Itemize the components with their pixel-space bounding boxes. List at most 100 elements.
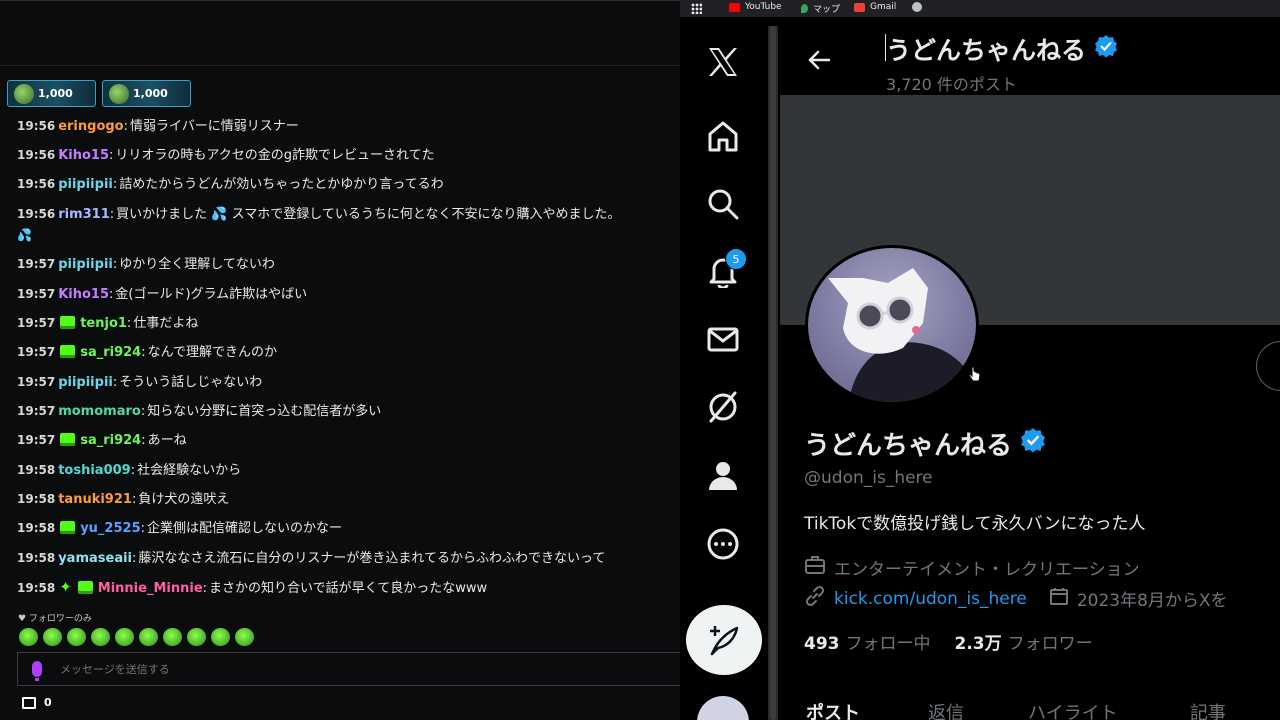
chat-footer: 0 xyxy=(22,696,52,709)
store-icon[interactable] xyxy=(22,696,36,709)
emote-bar xyxy=(19,628,254,646)
bookmarks-bar: YouTube マップ Gmail xyxy=(680,0,1280,17)
following-link[interactable]: 493 フォロー中 xyxy=(804,629,931,654)
chat-message: 19:58 toshia009: 社会経験ないから xyxy=(17,456,680,485)
chat-message: 19:56 piipiipii: 詰めたからうどんが効いちゃったとかゆかり言ってるわ xyxy=(17,170,680,199)
gift-amount: 1,000 xyxy=(38,87,73,100)
page-scrollbar[interactable] xyxy=(768,26,778,720)
bookmark-label: YouTube xyxy=(745,2,782,12)
post-count: 3,720 件のポスト xyxy=(886,75,1017,94)
message-text: 詰めたからうどんが効いちゃったとかゆかり言ってるわ xyxy=(119,177,444,192)
compose-post-button[interactable] xyxy=(686,605,762,675)
message-text: 情弱ライバーに情弱リスナー xyxy=(130,119,299,134)
sparkle-badge-icon: ✦ xyxy=(59,578,72,596)
message-text: 仕事だよね xyxy=(133,316,199,331)
message-separator: : xyxy=(141,345,146,360)
message-username[interactable]: yu_2525 xyxy=(80,521,140,536)
chat-message: 19:57 piipiipii: ゆかり全く理解してないわ xyxy=(17,250,680,279)
emote-icon[interactable] xyxy=(163,628,182,646)
bookmark-globe[interactable] xyxy=(912,2,922,12)
message-text: そういう話しじゃないわ xyxy=(119,375,263,390)
chat-message-input[interactable] xyxy=(60,662,620,676)
chat-message: 19:57 sa_ri924: あーね xyxy=(17,426,680,455)
message-username[interactable]: tanuki921 xyxy=(58,492,132,507)
message-username[interactable]: Kiho15 xyxy=(58,287,109,302)
message-text: 負け犬の遠吠え xyxy=(138,492,230,507)
chat-message: 19:58 ✦ Minnie_Minnie: まさかの知り合いで話が早くて良かったなw… xyxy=(17,573,680,603)
message-username[interactable]: piipiipii xyxy=(58,375,113,390)
emote-icon[interactable] xyxy=(235,628,254,646)
bookmark-gmail[interactable]: Gmail xyxy=(854,2,896,12)
gift-leaderboard-item[interactable]: 1,000 xyxy=(7,80,96,107)
message-username[interactable]: eringogo xyxy=(58,119,123,134)
tab-articles[interactable]: 記事 xyxy=(1190,699,1226,720)
message-separator: : xyxy=(131,492,137,507)
chat-message: 19:57 momomaro: 知らない分野に首突っ込む配信者が多い xyxy=(17,397,680,426)
emote-icon[interactable] xyxy=(19,628,38,646)
edit-profile-button[interactable] xyxy=(1256,341,1280,391)
emote-icon[interactable] xyxy=(43,628,62,646)
message-separator: : xyxy=(132,551,137,566)
emote-icon[interactable] xyxy=(91,628,110,646)
emote-icon[interactable] xyxy=(187,628,206,646)
scrollbar-thumb[interactable] xyxy=(770,26,776,720)
message-username[interactable]: piipiipii xyxy=(58,257,113,272)
chat-message: 19:56 rim311: 買いかけました 💦 スマホで登録しているうちに何となく不… xyxy=(17,200,680,229)
mouse-pointer-icon xyxy=(968,365,982,387)
message-text: 藤沢ななさえ流石に自分のリスナーが巻き込まれてるからふわふわできないって xyxy=(138,551,606,566)
subscriber-badge-icon xyxy=(60,521,76,534)
message-separator: : xyxy=(109,207,115,222)
message-username[interactable]: yamaseaii xyxy=(58,551,132,566)
profile-handle: @udon_is_here xyxy=(804,468,933,488)
profile-bio: TikTokで数億投げ銭して永久バンになった人 xyxy=(804,514,1146,534)
tab-posts[interactable]: ポスト xyxy=(806,699,860,720)
tab-replies[interactable]: 返信 xyxy=(928,699,964,720)
profile-display-name: うどんちゃんねる xyxy=(804,425,1046,462)
chat-message: 19:58 tanuki921: 負け犬の遠吠え xyxy=(17,485,680,514)
apps-grid-icon[interactable] xyxy=(691,3,702,14)
profile-website-link[interactable]: kick.com/udon_is_here xyxy=(834,589,1027,609)
emote-icon[interactable] xyxy=(211,628,230,646)
message-username[interactable]: sa_ri924 xyxy=(80,433,141,448)
emote-icon[interactable] xyxy=(139,628,158,646)
emote-icon[interactable] xyxy=(67,628,86,646)
subscriber-badge-icon xyxy=(60,433,76,446)
message-username[interactable]: momomaro xyxy=(58,404,141,419)
maps-pin-icon xyxy=(801,4,808,13)
bookmark-youtube[interactable]: YouTube xyxy=(729,2,782,12)
microphone-icon[interactable] xyxy=(32,661,42,681)
message-username[interactable]: sa_ri924 xyxy=(80,345,141,360)
account-avatar[interactable] xyxy=(697,696,749,720)
followers-count: 2.3万 xyxy=(954,634,1002,654)
message-time: 19:58 xyxy=(17,551,56,565)
message-time: 19:57 xyxy=(17,404,56,418)
chat-input-box[interactable] xyxy=(17,652,680,686)
emote-icon[interactable] xyxy=(115,628,134,646)
tab-highlights[interactable]: ハイライト xyxy=(1028,699,1118,720)
message-username[interactable]: Kiho15 xyxy=(58,148,109,163)
gift-leaderboard-item[interactable]: 1,000 xyxy=(102,80,191,107)
chat-message: 19:58 yu_2525: 企業側は配信確認しないのかなー xyxy=(17,514,680,543)
message-text: なんで理解できんのか xyxy=(147,345,277,360)
message-separator: : xyxy=(112,177,118,192)
message-username[interactable]: rim311 xyxy=(58,207,110,222)
profile-avatar-image[interactable] xyxy=(805,245,979,405)
bookmark-maps[interactable]: マップ xyxy=(801,2,840,15)
message-username[interactable]: Minnie_Minnie xyxy=(98,581,203,596)
message-username[interactable]: piipiipii xyxy=(58,177,113,192)
message-username[interactable]: tenjo1 xyxy=(80,316,127,331)
profile-header-bar: うどんちゃんねる 3,720 件のポスト xyxy=(780,17,1280,95)
chat-message: 19:58 yamaseaii: 藤沢ななさえ流石に自分のリスナーが巻き込まれてるか… xyxy=(17,544,680,573)
message-username[interactable]: toshia009 xyxy=(58,463,131,478)
followers-link[interactable]: 2.3万 フォロワー xyxy=(955,629,1093,654)
message-separator: : xyxy=(109,148,114,163)
message-text: 金(ゴールド)グラム詐欺はやばい xyxy=(115,287,308,302)
chat-message: 19:56 eringogo: 情弱ライバーに情弱リスナー xyxy=(17,112,680,141)
message-time: 19:58 xyxy=(17,463,56,477)
header-name-text: うどんちゃんねる xyxy=(886,36,1087,65)
chat-message: 19:56 Kiho15: リリオラの時もアクセの金のg詐欺でレビューされてた xyxy=(17,141,680,170)
back-arrow-icon[interactable] xyxy=(808,50,831,74)
join-date-text: 2023年8月からXを xyxy=(1076,591,1228,611)
message-time: 19:57 xyxy=(17,316,56,330)
message-separator: : xyxy=(202,581,208,596)
